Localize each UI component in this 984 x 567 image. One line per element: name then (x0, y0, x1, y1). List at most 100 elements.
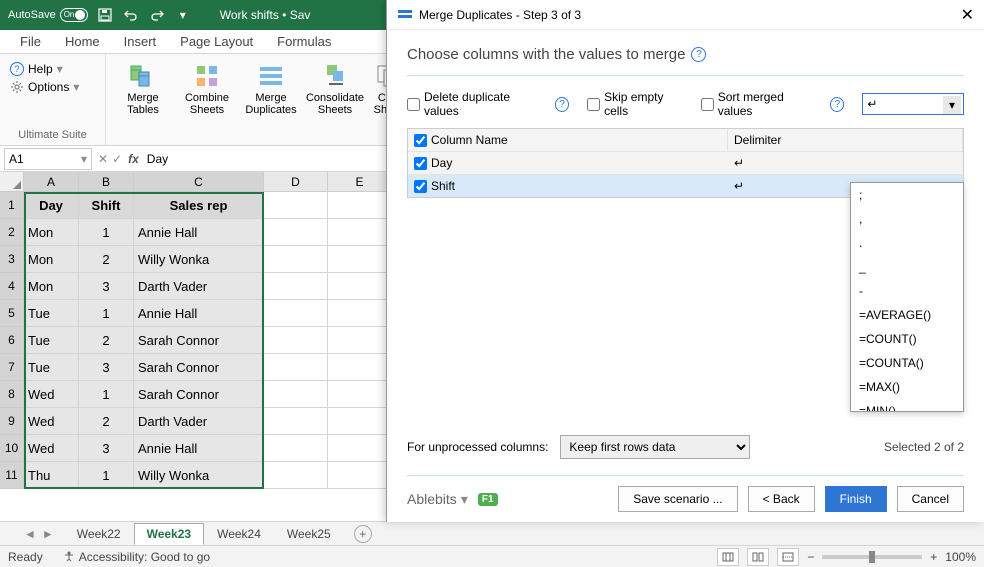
cell[interactable] (264, 327, 328, 354)
cell[interactable] (328, 354, 392, 381)
delimiter-cell[interactable]: ↵ (728, 152, 963, 174)
sheet-nav-next-icon[interactable]: ► (42, 527, 54, 541)
fx-icon[interactable]: fx (128, 152, 139, 166)
zoom-level[interactable]: 100% (945, 550, 976, 564)
consolidate-sheets-button[interactable]: Consolidate Sheets (304, 58, 366, 120)
merge-duplicates-button[interactable]: Merge Duplicates (240, 58, 302, 120)
zoom-slider[interactable] (822, 555, 922, 559)
cell[interactable] (264, 381, 328, 408)
column-row[interactable]: Day↵ (408, 151, 963, 174)
ribbon-tab-formulas[interactable]: Formulas (265, 30, 343, 53)
dropdown-item[interactable]: =AVERAGE() (851, 303, 963, 327)
dropdown-item[interactable]: , (851, 207, 963, 231)
cell[interactable] (328, 192, 392, 219)
dropdown-item[interactable]: =COUNT() (851, 327, 963, 351)
row-header[interactable]: 9 (0, 408, 24, 435)
help-icon[interactable]: ? (691, 47, 706, 62)
merge-tables-button[interactable]: Merge Tables (112, 58, 174, 120)
cell[interactable]: Annie Hall (134, 219, 264, 246)
cell[interactable]: Sales rep (134, 192, 264, 219)
cell[interactable]: Mon (24, 273, 79, 300)
cell[interactable]: 1 (79, 381, 134, 408)
cell[interactable] (328, 381, 392, 408)
cell[interactable]: Mon (24, 219, 79, 246)
cell[interactable] (264, 408, 328, 435)
cell[interactable]: Tue (24, 354, 79, 381)
cell[interactable]: 2 (79, 408, 134, 435)
column-header[interactable]: E (328, 172, 392, 192)
cell[interactable]: 3 (79, 354, 134, 381)
cancel-button[interactable]: Cancel (897, 486, 964, 512)
dropdown-item[interactable]: =COUNTA() (851, 351, 963, 375)
row-header[interactable]: 10 (0, 435, 24, 462)
column-header[interactable]: A (24, 172, 79, 192)
zoom-in-button[interactable]: + (930, 550, 937, 564)
cell[interactable]: 2 (79, 327, 134, 354)
ribbon-tab-file[interactable]: File (8, 30, 53, 53)
cell[interactable]: Darth Vader (134, 273, 264, 300)
dropdown-item[interactable]: ; (851, 183, 963, 207)
cell[interactable]: Darth Vader (134, 408, 264, 435)
dropdown-item[interactable]: =MAX() (851, 375, 963, 399)
qat-dropdown-icon[interactable]: ▾ (174, 6, 192, 24)
sheet-tab[interactable]: Week24 (204, 523, 274, 545)
close-button[interactable]: ✕ (961, 5, 974, 25)
cell[interactable]: Willy Wonka (134, 246, 264, 273)
redo-icon[interactable] (148, 6, 166, 24)
page-break-view-button[interactable] (777, 548, 799, 566)
column-header[interactable]: D (264, 172, 328, 192)
cell[interactable]: 1 (79, 462, 134, 489)
cell[interactable] (264, 273, 328, 300)
cell[interactable]: Wed (24, 435, 79, 462)
dropdown-item[interactable]: _ (851, 255, 963, 279)
column-checkbox[interactable] (414, 157, 427, 170)
dropdown-item[interactable]: - (851, 279, 963, 303)
cell[interactable]: Annie Hall (134, 300, 264, 327)
ribbon-tab-home[interactable]: Home (53, 30, 112, 53)
zoom-out-button[interactable]: − (807, 550, 814, 564)
cell[interactable]: 2 (79, 246, 134, 273)
cell[interactable] (328, 435, 392, 462)
finish-button[interactable]: Finish (825, 486, 887, 512)
cell[interactable] (264, 462, 328, 489)
cell[interactable]: Sarah Connor (134, 354, 264, 381)
select-all-corner[interactable] (0, 172, 24, 192)
cell[interactable]: Annie Hall (134, 435, 264, 462)
cell[interactable] (328, 462, 392, 489)
cell[interactable]: Sarah Connor (134, 381, 264, 408)
autosave-toggle[interactable]: AutoSave On (8, 8, 88, 22)
cell[interactable]: Tue (24, 300, 79, 327)
row-header[interactable]: 2 (0, 219, 24, 246)
row-header[interactable]: 3 (0, 246, 24, 273)
cancel-formula-icon[interactable]: ✕ (98, 152, 108, 166)
column-header[interactable]: C (134, 172, 264, 192)
cell[interactable]: 1 (79, 219, 134, 246)
cell[interactable]: Sarah Connor (134, 327, 264, 354)
cell[interactable]: Tue (24, 327, 79, 354)
delete-duplicates-checkbox[interactable]: Delete duplicate values (407, 90, 537, 118)
add-sheet-button[interactable]: + (354, 525, 372, 543)
back-button[interactable]: < Back (748, 486, 815, 512)
column-checkbox[interactable] (414, 180, 427, 193)
cell[interactable] (264, 300, 328, 327)
save-scenario-button[interactable]: Save scenario ... (618, 486, 737, 512)
row-header[interactable]: 11 (0, 462, 24, 489)
cell[interactable]: 3 (79, 435, 134, 462)
sort-merged-checkbox[interactable]: Sort merged values (701, 90, 813, 118)
cell[interactable]: 3 (79, 273, 134, 300)
accessibility-status[interactable]: Accessibility: Good to go (63, 550, 210, 564)
undo-icon[interactable] (122, 6, 140, 24)
sheet-tab[interactable]: Week23 (134, 523, 204, 545)
cell[interactable]: Mon (24, 246, 79, 273)
cell[interactable]: 1 (79, 300, 134, 327)
name-box[interactable]: A1▾ (4, 148, 92, 170)
cell[interactable]: Wed (24, 408, 79, 435)
cell[interactable] (328, 408, 392, 435)
row-header[interactable]: 7 (0, 354, 24, 381)
combine-sheets-button[interactable]: Combine Sheets (176, 58, 238, 120)
row-header[interactable]: 6 (0, 327, 24, 354)
help-icon[interactable]: ? (830, 97, 844, 112)
cell[interactable] (264, 246, 328, 273)
delimiter-combobox[interactable]: ▾ (862, 93, 964, 115)
cell[interactable] (264, 354, 328, 381)
